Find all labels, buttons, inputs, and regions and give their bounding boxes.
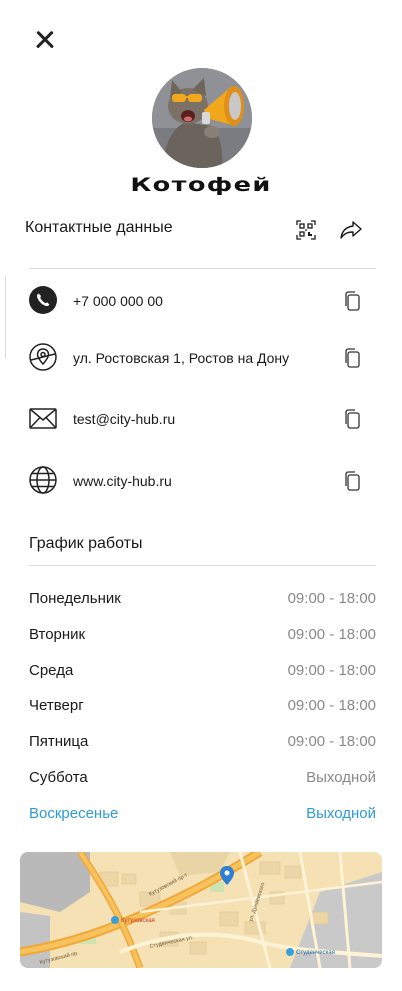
brand-name: Котофей [130, 174, 272, 196]
divider [29, 268, 376, 269]
phone-icon [29, 286, 57, 314]
schedule-row: Суббота Выходной [29, 769, 376, 791]
share-icon[interactable] [339, 220, 363, 240]
schedule-row: Четверг 09:00 - 18:00 [29, 697, 376, 719]
contact-row-website: www.city-hub.ru [29, 466, 364, 496]
schedule-row: Пятница 09:00 - 18:00 [29, 733, 376, 755]
schedule-row: Среда 09:00 - 18:00 [29, 662, 376, 684]
schedule-day: Пятница [29, 733, 89, 750]
schedule-hours: 09:00 - 18:00 [287, 662, 376, 679]
copy-icon[interactable] [343, 348, 361, 368]
website-text[interactable]: www.city-hub.ru [73, 473, 172, 489]
phone-number[interactable]: +7 000 000 00 [73, 293, 163, 309]
schedule-hours: 09:00 - 18:00 [287, 733, 376, 750]
map-preview[interactable]: Кутузовская Кутузовский пр-т Студенческа… [20, 852, 382, 968]
schedule-day: Понедельник [29, 590, 121, 607]
contact-row-address: ул. Ростовская 1, Ростов на Дону [29, 343, 364, 373]
copy-icon[interactable] [343, 409, 361, 429]
schedule-title: График работы [29, 535, 143, 552]
schedule-day: Четверг [29, 697, 84, 714]
schedule-row-today: Воскресенье Выходной [29, 805, 376, 827]
schedule-row: Понедельник 09:00 - 18:00 [29, 590, 376, 612]
qr-code-icon[interactable] [296, 220, 316, 240]
avatar [152, 68, 252, 168]
divider [29, 565, 376, 566]
globe-icon [29, 466, 57, 494]
schedule-day: Вторник [29, 626, 86, 643]
email-text[interactable]: test@city-hub.ru [73, 411, 175, 427]
schedule-hours: 09:00 - 18:00 [287, 590, 376, 607]
map-label: Кутузовская [121, 918, 155, 924]
copy-icon[interactable] [343, 291, 361, 311]
address-text[interactable]: ул. Ростовская 1, Ростов на Дону [73, 350, 289, 366]
schedule-day: Среда [29, 662, 74, 679]
schedule-hours: 09:00 - 18:00 [287, 626, 376, 643]
schedule-hours: 09:00 - 18:00 [287, 697, 376, 714]
close-icon[interactable] [33, 28, 57, 52]
schedule-day: Воскресенье [29, 805, 119, 822]
mail-icon [29, 404, 57, 432]
schedule-hours: Выходной [306, 805, 376, 822]
schedule-hours: Выходной [306, 769, 376, 786]
schedule-row: Вторник 09:00 - 18:00 [29, 626, 376, 648]
schedule-day: Суббота [29, 769, 88, 786]
scroll-indicator [5, 276, 6, 358]
location-icon [29, 343, 57, 371]
map-label: Студенческая [296, 950, 335, 956]
contact-row-email: test@city-hub.ru [29, 404, 364, 434]
contacts-title: Контактные данные [25, 219, 173, 236]
contact-row-phone: +7 000 000 00 [29, 286, 364, 316]
copy-icon[interactable] [343, 471, 361, 491]
